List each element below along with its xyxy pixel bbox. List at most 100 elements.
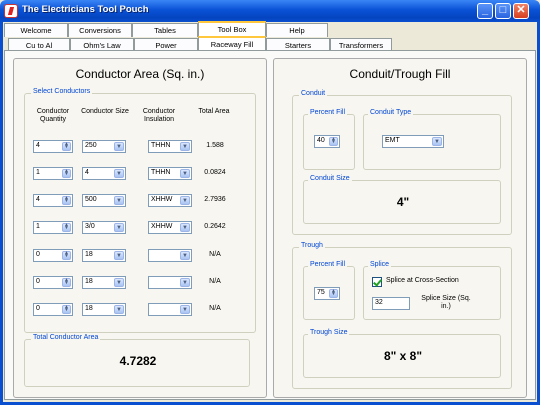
select-conductors-group: Select Conductors Conductor Quantity Con… [24, 88, 256, 333]
chevron-down-icon[interactable]: ▼ [114, 196, 124, 205]
chevron-down-icon[interactable]: ▼ [114, 169, 124, 178]
size-select[interactable]: 500 ▼ [82, 194, 126, 207]
conduit-type-value: EMT [385, 137, 400, 144]
spinner-icon[interactable]: ▲ ▼ [62, 142, 71, 151]
quantity-value: 4 [36, 196, 40, 203]
insulation-select[interactable]: THHN ▼ [148, 167, 192, 180]
trough-percent-value: 75 [317, 289, 325, 296]
row-total-area: N/A [209, 251, 221, 258]
chevron-down-icon[interactable]: ▼ [114, 142, 124, 151]
trough-label: Trough [299, 242, 325, 249]
chevron-down-icon[interactable]: ▼ [180, 142, 190, 151]
chevron-down-icon[interactable]: ▼ [180, 278, 190, 287]
size-value: 18 [85, 278, 93, 285]
header-quantity: Conductor Quantity [36, 108, 70, 123]
tab-conversions[interactable]: Conversions [68, 23, 132, 37]
row-total-area: 0.0824 [204, 169, 226, 176]
quantity-stepper[interactable]: 1 ▲ ▼ [33, 167, 73, 180]
chevron-down-icon[interactable]: ▼ [432, 137, 442, 146]
chevron-down-icon[interactable]: ▼ [180, 223, 190, 232]
chevron-down-icon[interactable]: ▼ [180, 196, 190, 205]
quantity-stepper[interactable]: 4 ▲ ▼ [33, 194, 73, 207]
size-select[interactable]: 18 ▼ [82, 249, 126, 262]
quantity-stepper[interactable]: 1 ▲ ▼ [33, 221, 73, 234]
tab-help[interactable]: Help [266, 23, 328, 37]
trough-size-label: Trough Size [308, 329, 350, 336]
insulation-select[interactable]: XHHW ▼ [148, 194, 192, 207]
insulation-select[interactable]: ▼ [148, 276, 192, 289]
spinner-icon[interactable]: ▲ ▼ [62, 278, 71, 287]
quantity-value: 1 [36, 223, 40, 230]
tab-tool-box[interactable]: Tool Box [198, 21, 266, 37]
spinner-icon[interactable]: ▲ ▼ [329, 137, 338, 146]
spinner-icon[interactable]: ▲ ▼ [62, 196, 71, 205]
size-select[interactable]: 4 ▼ [82, 167, 126, 180]
spinner-icon[interactable]: ▲ ▼ [62, 251, 71, 260]
quantity-stepper[interactable]: 0 ▲ ▼ [33, 303, 73, 316]
row-total-area: N/A [209, 278, 221, 285]
row-total-area: 1.588 [206, 142, 224, 149]
quantity-stepper[interactable]: 0 ▲ ▼ [33, 249, 73, 262]
maximize-button[interactable]: □ [495, 3, 511, 19]
splice-group: Splice Splice at Cross-Section 32 Splice… [363, 261, 501, 320]
total-conductor-area-value: 4.7282 [119, 354, 157, 368]
conduit-size-group: Conduit Size 4" [303, 175, 501, 224]
select-conductors-label: Select Conductors [31, 88, 93, 95]
conduit-percent-stepper[interactable]: 40 ▲ ▼ [314, 135, 340, 148]
splice-checkbox[interactable] [372, 277, 382, 287]
chevron-down-icon[interactable]: ▼ [180, 251, 190, 260]
spinner-icon[interactable]: ▲ ▼ [62, 305, 71, 314]
insulation-value: XHHW [151, 196, 173, 203]
chevron-down-icon[interactable]: ▼ [114, 305, 124, 314]
insulation-select[interactable]: THHN ▼ [148, 140, 192, 153]
tab-welcome[interactable]: Welcome [4, 23, 68, 37]
trough-percent-fill-label: Percent Fill [308, 261, 348, 268]
chevron-down-icon[interactable]: ▼ [180, 305, 190, 314]
insulation-value: THHN [151, 142, 171, 149]
quantity-value: 1 [36, 169, 40, 176]
chevron-down-icon[interactable]: ▼ [114, 223, 124, 232]
spinner-icon[interactable]: ▲ ▼ [62, 223, 71, 232]
trough-percent-stepper[interactable]: 75 ▲ ▼ [314, 287, 340, 300]
size-select[interactable]: 3/0 ▼ [82, 221, 126, 234]
conduit-type-label: Conduit Type [368, 109, 414, 116]
quantity-value: 4 [36, 142, 40, 149]
total-conductor-area-group: Total Conductor Area 4.7282 [24, 334, 250, 387]
insulation-select[interactable]: ▼ [148, 303, 192, 316]
size-value: 3/0 [85, 223, 95, 230]
size-select[interactable]: 250 ▼ [82, 140, 126, 153]
splice-checkbox-label[interactable]: Splice at Cross-Section [386, 277, 459, 284]
conduit-label: Conduit [299, 90, 328, 97]
trough-size-group: Trough Size 8" x 8" [303, 329, 501, 378]
conduit-size-label: Conduit Size [308, 175, 352, 182]
insulation-value: XHHW [151, 223, 173, 230]
size-value: 4 [85, 169, 89, 176]
row-total-area: 2.7936 [204, 196, 226, 203]
tab-tables[interactable]: Tables [132, 23, 198, 37]
close-button[interactable]: ✕ [513, 3, 529, 19]
row-total-area: N/A [209, 305, 221, 312]
spinner-icon[interactable]: ▲ ▼ [329, 289, 338, 298]
size-select[interactable]: 18 ▼ [82, 276, 126, 289]
insulation-select[interactable]: ▼ [148, 249, 192, 262]
insulation-select[interactable]: XHHW ▼ [148, 221, 192, 234]
chevron-down-icon[interactable]: ▼ [114, 251, 124, 260]
conduit-size-value: 4" [396, 195, 410, 209]
chevron-down-icon[interactable]: ▼ [114, 278, 124, 287]
size-select[interactable]: 18 ▼ [82, 303, 126, 316]
size-value: 500 [85, 196, 97, 203]
conduit-type-select[interactable]: EMT ▼ [382, 135, 444, 148]
minimize-button[interactable]: _ [477, 3, 493, 19]
header-total-area: Total Area [198, 108, 230, 115]
size-value: 18 [85, 251, 93, 258]
quantity-stepper[interactable]: 4 ▲ ▼ [33, 140, 73, 153]
size-value: 18 [85, 305, 93, 312]
chevron-down-icon[interactable]: ▼ [180, 169, 190, 178]
spinner-icon[interactable]: ▲ ▼ [62, 169, 71, 178]
splice-size-input[interactable]: 32 [372, 297, 410, 310]
total-conductor-area-label: Total Conductor Area [31, 334, 101, 341]
conductor-area-title: Conductor Area (Sq. in.) [75, 67, 205, 81]
quantity-stepper[interactable]: 0 ▲ ▼ [33, 276, 73, 289]
title-bar[interactable]: The Electricians Tool Pouch _ □ ✕ [0, 0, 540, 22]
header-insulation: Conductor Insulation [142, 108, 176, 123]
